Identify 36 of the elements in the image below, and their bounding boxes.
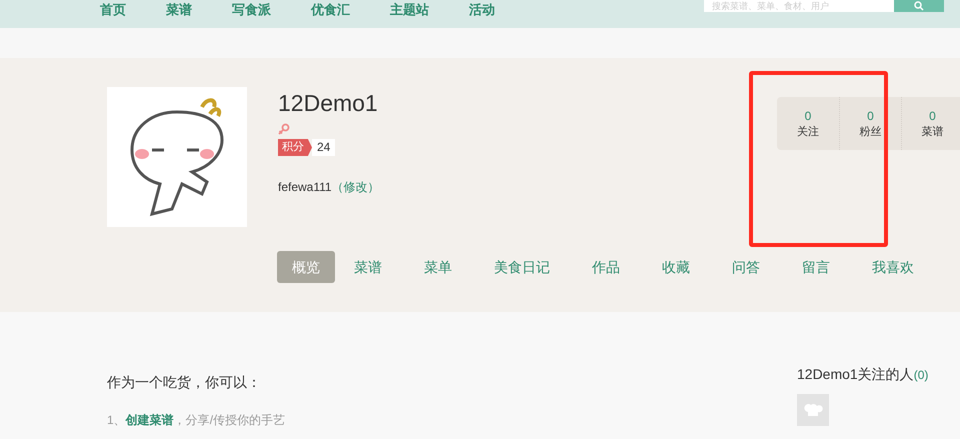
nav-link[interactable]: 菜谱 [166, 2, 192, 18]
list-number: 1、 [107, 412, 126, 429]
profile-tab[interactable]: 收藏 [651, 251, 701, 283]
stat-label: 关注 [797, 124, 819, 140]
following-count: (0) [914, 367, 928, 384]
profile-tab[interactable]: 菜单 [413, 251, 463, 283]
stat-label: 菜谱 [922, 124, 944, 140]
nav-link[interactable]: 主题站 [390, 2, 429, 18]
profile-tab[interactable]: 菜谱 [343, 251, 393, 283]
create-recipe-link[interactable]: 创建菜谱 [126, 411, 174, 429]
nav-link[interactable]: 活动 [469, 2, 495, 18]
username: fefewa111 [278, 179, 332, 196]
profile-tab[interactable]: 美食日记 [483, 251, 561, 283]
stat-count[interactable]: 0 [804, 108, 812, 124]
stat-count[interactable]: 0 [929, 108, 936, 124]
search-icon [914, 1, 924, 11]
edit-link[interactable]: （修改） [332, 178, 380, 196]
profile-tab[interactable]: 作品 [581, 251, 631, 283]
score-label: 积分 [278, 139, 312, 156]
list-text: ，分享/传授你的手艺 [174, 412, 286, 429]
nav-link[interactable]: 写食派 [232, 2, 271, 18]
search-button[interactable] [894, 0, 944, 12]
nav-link[interactable]: 首页 [100, 2, 126, 18]
profile-tab[interactable]: 留言 [791, 251, 841, 283]
user-name: 12Demo1 [278, 89, 379, 117]
profile-tab[interactable]: 我喜欢 [861, 251, 925, 283]
profile-tab[interactable]: 概览 [277, 251, 335, 283]
chef-hat-icon [803, 402, 823, 418]
stat-label: 粉丝 [860, 124, 882, 140]
score-value: 24 [312, 139, 336, 156]
intro-heading: 作为一个吃货，你可以： [107, 373, 262, 392]
nav-link[interactable]: 优食汇 [311, 2, 350, 18]
following-title: 12Demo1关注的人 [797, 365, 914, 384]
stat-count[interactable]: 0 [867, 108, 874, 124]
female-icon [278, 123, 290, 135]
profile-tab[interactable]: 问答 [721, 251, 771, 283]
